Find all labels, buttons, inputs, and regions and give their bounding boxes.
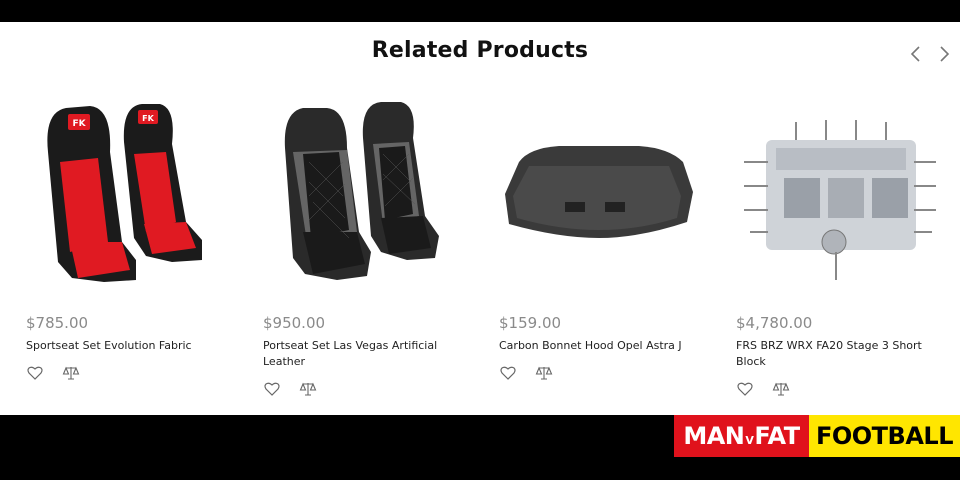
- heart-icon: [27, 366, 43, 380]
- wishlist-button[interactable]: [26, 364, 44, 382]
- product-image[interactable]: [499, 92, 699, 302]
- product-actions: [499, 364, 553, 382]
- product-actions: [263, 380, 317, 398]
- product-image[interactable]: FK FK: [26, 92, 226, 302]
- product-actions: [26, 364, 80, 382]
- watermark-logo: MAN V FAT FOOTBALL: [674, 415, 960, 457]
- scale-icon: [299, 382, 317, 396]
- watermark-logo-red: MAN V FAT: [674, 415, 809, 457]
- heart-icon: [264, 382, 280, 396]
- watermark-text: FAT: [754, 422, 800, 450]
- carousel-next-button[interactable]: [934, 42, 954, 66]
- product-image[interactable]: [736, 92, 936, 302]
- wishlist-button[interactable]: [736, 380, 754, 398]
- heart-icon: [737, 382, 753, 396]
- product-card[interactable]: FK FK $785.00 Sportseat Set Evolution Fa…: [26, 92, 226, 380]
- carousel-prev-button[interactable]: [906, 42, 926, 66]
- scale-icon: [772, 382, 790, 396]
- watermark-logo-yellow: FOOTBALL: [809, 415, 960, 457]
- watermark-text: MAN: [683, 422, 745, 450]
- wishlist-button[interactable]: [499, 364, 517, 382]
- watermark-text: FOOTBALL: [815, 422, 954, 450]
- watermark-text: V: [745, 433, 754, 447]
- product-card[interactable]: $950.00 Portseat Set Las Vegas Artificia…: [263, 92, 463, 396]
- scale-icon: [535, 366, 553, 380]
- product-price: $159.00: [499, 314, 562, 332]
- heart-icon: [500, 366, 516, 380]
- product-card[interactable]: $4,780.00 FRS BRZ WRX FA20 Stage 3 Short…: [736, 92, 936, 396]
- product-price: $4,780.00: [736, 314, 813, 332]
- chevron-left-icon: [910, 46, 920, 62]
- product-name[interactable]: Portseat Set Las Vegas Artificial Leathe…: [263, 338, 473, 370]
- seat-badge: FK: [72, 119, 86, 129]
- section-title: Related Products: [371, 38, 589, 63]
- product-card[interactable]: $159.00 Carbon Bonnet Hood Opel Astra J: [499, 92, 699, 380]
- compare-button[interactable]: [62, 364, 80, 382]
- chevron-right-icon: [940, 46, 950, 62]
- product-actions: [736, 380, 790, 398]
- compare-button[interactable]: [535, 364, 553, 382]
- wishlist-button[interactable]: [263, 380, 281, 398]
- product-price: $785.00: [26, 314, 89, 332]
- product-image[interactable]: [263, 92, 463, 302]
- scale-icon: [62, 366, 80, 380]
- product-price: $950.00: [263, 314, 326, 332]
- product-name[interactable]: Sportseat Set Evolution Fabric: [26, 338, 236, 354]
- product-name[interactable]: Carbon Bonnet Hood Opel Astra J: [499, 338, 709, 354]
- product-name[interactable]: FRS BRZ WRX FA20 Stage 3 Short Block: [736, 338, 946, 370]
- related-products-panel: Related Products FK FK $785.00 Sportseat…: [0, 22, 960, 415]
- compare-button[interactable]: [299, 380, 317, 398]
- compare-button[interactable]: [772, 380, 790, 398]
- svg-text:FK: FK: [142, 114, 154, 123]
